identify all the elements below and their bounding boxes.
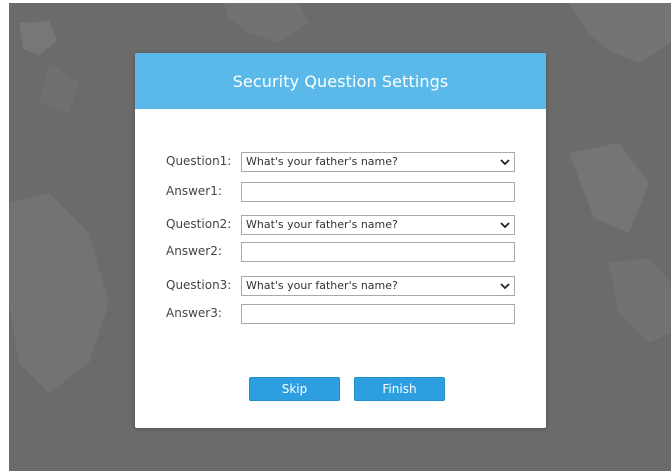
question3-select[interactable]: What's your father's name? — [241, 276, 515, 296]
answer3-input[interactable] — [241, 304, 515, 324]
answer2-label: Answer2: — [166, 244, 222, 258]
question2-selected-value: What's your father's name? — [246, 218, 398, 231]
answer3-label: Answer3: — [166, 306, 222, 320]
answer1-row: Answer1: — [135, 182, 546, 202]
question2-label: Question2: — [166, 217, 232, 231]
dialog-header: Security Question Settings — [135, 53, 546, 109]
question2-row: Question2: What's your father's name? — [135, 215, 546, 235]
dialog-title: Security Question Settings — [232, 71, 449, 91]
chevron-down-icon — [500, 222, 510, 229]
question2-select[interactable]: What's your father's name? — [241, 215, 515, 235]
answer1-label: Answer1: — [166, 184, 222, 198]
question1-row: Question1: What's your father's name? — [135, 152, 546, 172]
security-question-dialog: Security Question Settings Question1: Wh… — [135, 53, 546, 428]
question1-select[interactable]: What's your father's name? — [241, 152, 515, 172]
question1-label: Question1: — [166, 154, 232, 168]
question3-label: Question3: — [166, 278, 232, 292]
question1-selected-value: What's your father's name? — [246, 155, 398, 168]
question3-row: Question3: What's your father's name? — [135, 276, 546, 296]
answer2-input[interactable] — [241, 242, 515, 262]
chevron-down-icon — [500, 159, 510, 166]
chevron-down-icon — [500, 283, 510, 290]
question3-selected-value: What's your father's name? — [246, 279, 398, 292]
answer3-row: Answer3: — [135, 304, 546, 324]
finish-button[interactable]: Finish — [354, 377, 445, 401]
answer2-row: Answer2: — [135, 242, 546, 262]
page-frame: Security Question Settings Question1: Wh… — [0, 0, 671, 471]
skip-button[interactable]: Skip — [249, 377, 340, 401]
answer1-input[interactable] — [241, 182, 515, 202]
